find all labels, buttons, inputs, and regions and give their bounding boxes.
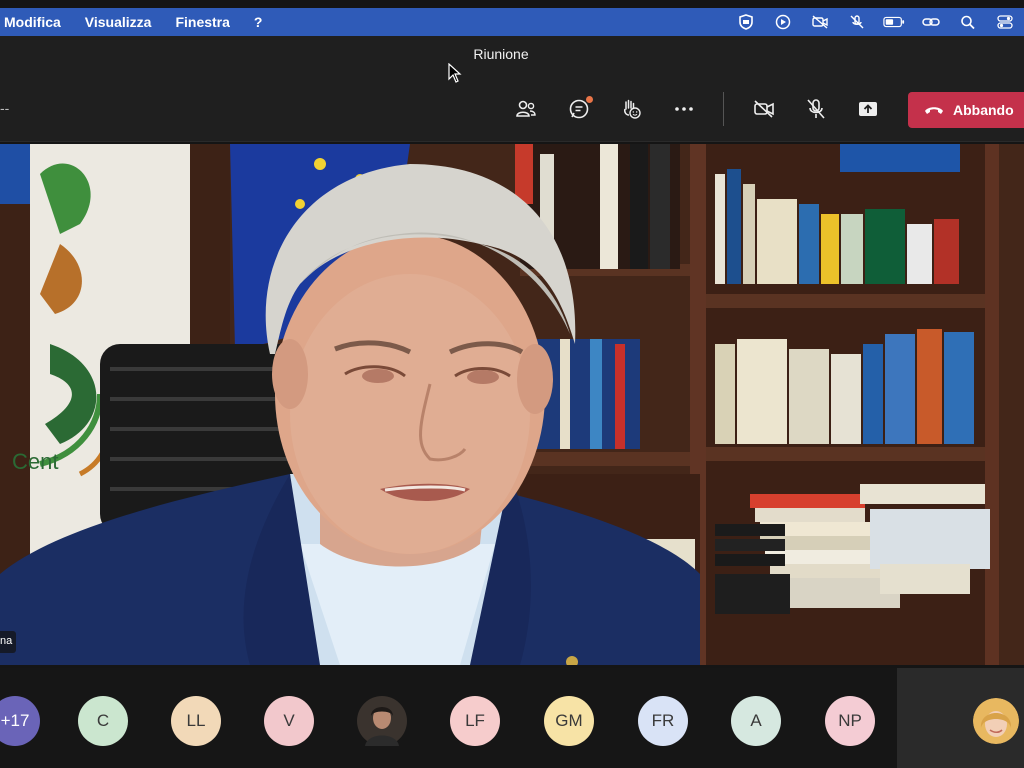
mouse-cursor-icon <box>448 63 462 83</box>
chat-button[interactable] <box>562 94 596 124</box>
participant-avatar-a[interactable]: A <box>731 696 781 746</box>
video-off-icon[interactable] <box>809 13 831 31</box>
camera-off-icon <box>754 100 774 118</box>
participant-photo <box>357 696 407 746</box>
participant-avatar-lf[interactable]: LF <box>450 696 500 746</box>
speaker-name-tag: na <box>0 631 17 653</box>
people-button[interactable] <box>509 94 543 124</box>
camera-toggle-button[interactable] <box>747 94 781 124</box>
participant-avatar-fr[interactable]: FR <box>638 696 688 746</box>
participant-avatar-gm[interactable]: GM <box>544 696 594 746</box>
meeting-timer: -- <box>0 100 10 116</box>
battery-icon[interactable] <box>883 13 905 31</box>
meeting-toolbar: -- Abbando <box>0 76 1024 142</box>
window-title-bar: Riunione <box>0 36 1024 76</box>
play-circle-icon[interactable] <box>772 13 794 31</box>
share-icon <box>859 102 877 116</box>
mic-off-icon[interactable] <box>846 13 868 31</box>
macos-menu-bar: Modifica Visualizza Finestra ? <box>0 8 1024 36</box>
menu-finestra[interactable]: Finestra <box>163 14 241 30</box>
self-video-tile[interactable] <box>897 668 1024 768</box>
participant-avatar-ll[interactable]: LL <box>171 696 221 746</box>
participant-avatar-np[interactable]: NP <box>825 696 875 746</box>
participant-avatar-v[interactable]: V <box>264 696 314 746</box>
control-center-icon[interactable] <box>994 13 1016 31</box>
menu-help[interactable]: ? <box>242 14 275 30</box>
hang-up-icon <box>925 107 943 114</box>
participants-overflow-count[interactable]: +17 <box>0 696 40 746</box>
link-icon[interactable] <box>920 13 942 31</box>
menu-visualizza[interactable]: Visualizza <box>73 14 164 30</box>
speaker-video[interactable]: Cent na <box>0 144 1024 665</box>
menu-modifica[interactable]: Modifica <box>0 14 73 30</box>
toolbar-divider <box>723 92 724 126</box>
mic-off-icon <box>807 99 825 119</box>
mic-toggle-button[interactable] <box>799 94 833 124</box>
leave-label: Abbando <box>953 102 1014 118</box>
people-icon <box>516 100 536 117</box>
reactions-button[interactable] <box>614 94 648 124</box>
leave-button[interactable]: Abbando <box>908 92 1024 128</box>
meeting-title: Riunione <box>473 46 529 62</box>
more-icon <box>675 107 693 111</box>
more-button[interactable] <box>667 94 701 124</box>
speaker-video-frame: Cent <box>0 144 1024 665</box>
unread-badge <box>586 96 593 103</box>
share-screen-button[interactable] <box>851 94 885 124</box>
reactions-icon <box>624 99 641 119</box>
search-icon[interactable] <box>957 13 979 31</box>
participant-avatar-c[interactable]: C <box>78 696 128 746</box>
participant-avatar-photo[interactable] <box>357 696 407 746</box>
shield-icon[interactable] <box>735 13 757 31</box>
svg-text:Cent: Cent <box>12 449 58 474</box>
teams-meeting-window: Modifica Visualizza Finestra ? Riunione … <box>0 0 1024 768</box>
status-tray <box>735 8 1016 36</box>
self-avatar <box>973 698 1019 744</box>
participants-strip: +17 C LL V LF GM FR A NP <box>0 668 1024 768</box>
